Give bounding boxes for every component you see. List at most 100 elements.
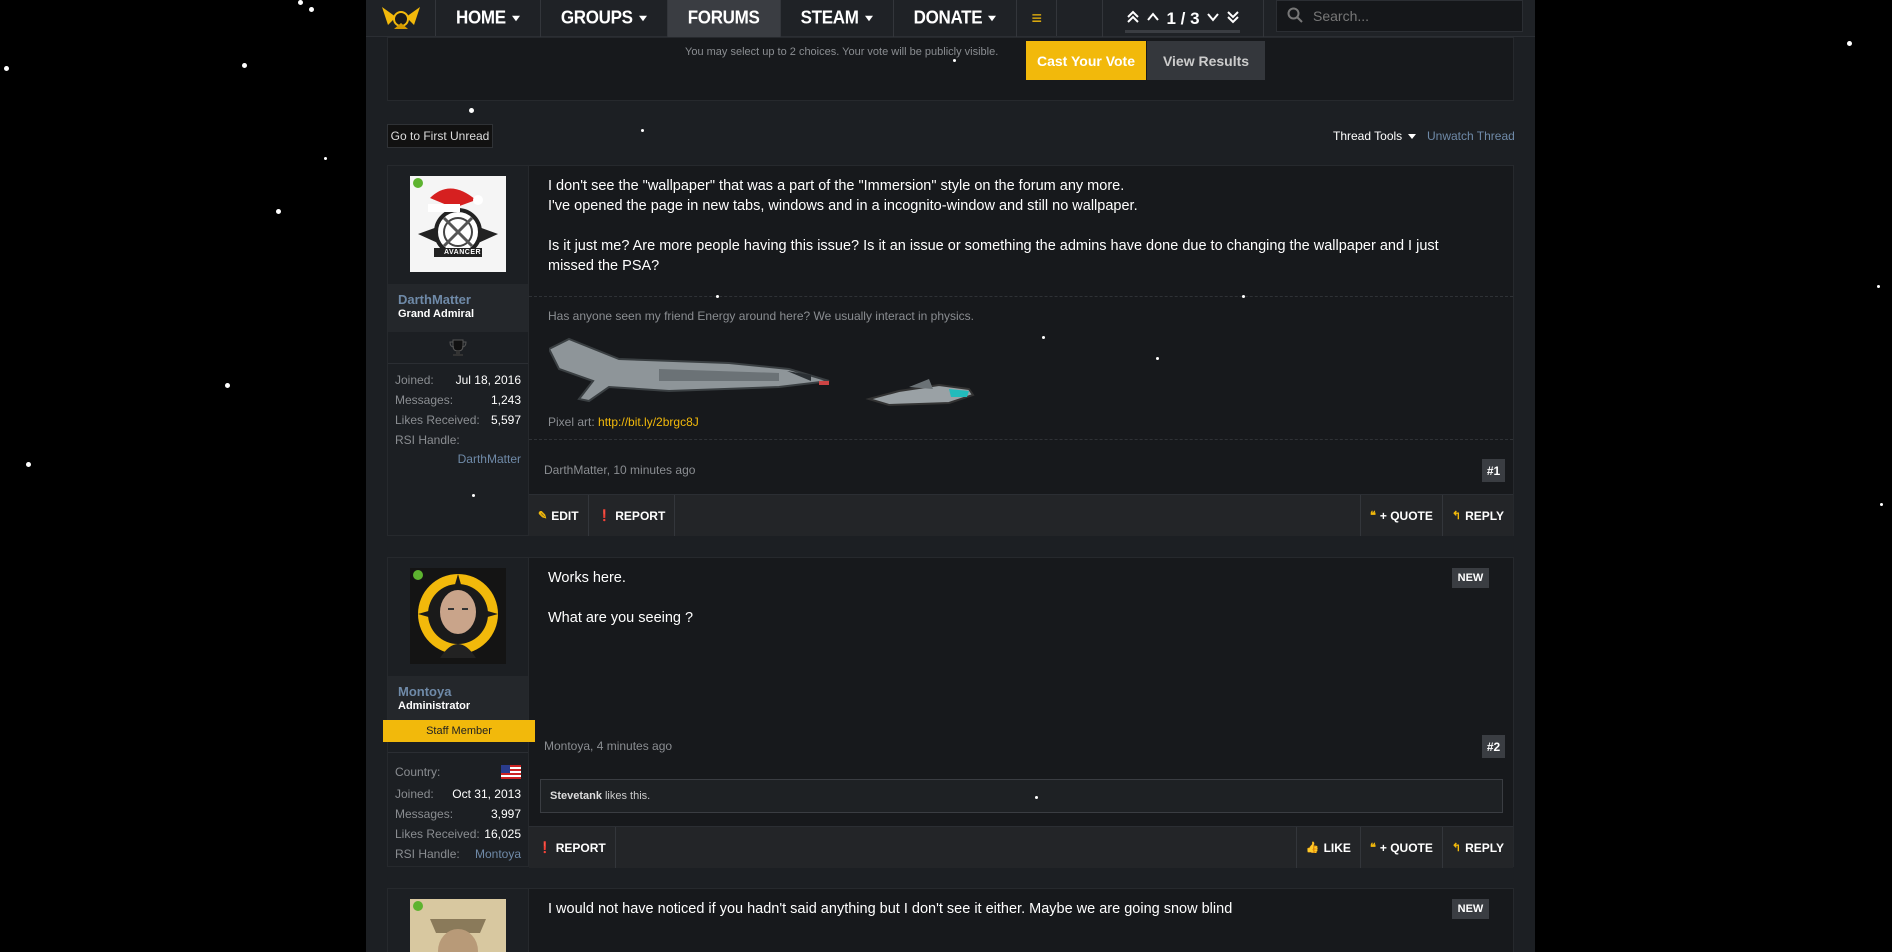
quote-button[interactable]: ❝ + QUOTE (1359, 827, 1442, 868)
snowflake (469, 108, 474, 113)
report-button[interactable]: ❗ REPORT (589, 495, 676, 536)
search-icon (1287, 7, 1303, 26)
liker-link[interactable]: Stevetank (550, 790, 602, 802)
nav-steam[interactable]: STEAM (781, 0, 894, 38)
message-line: What are you seeing ? (548, 610, 694, 626)
extra-rsi: RSI Handle: (395, 433, 460, 447)
extra-joined: Joined: Oct 31, 2013 (395, 787, 521, 801)
snowflake (472, 494, 475, 497)
reply-button[interactable]: ↰ REPLY (1441, 495, 1513, 536)
pencil-icon: ✎ (538, 510, 548, 522)
post-1-user-info: AVANCER DarthMatter Grand Admiral Joined… (388, 166, 529, 535)
user-title: Administrator (398, 700, 471, 712)
post-number[interactable]: #2 (1482, 735, 1505, 758)
message-line: I don't see the "wallpaper" that was a p… (548, 178, 1125, 194)
avatar[interactable] (410, 899, 506, 952)
username[interactable]: DarthMatter (398, 292, 471, 307)
nav-home[interactable]: HOME (436, 0, 541, 38)
quote-icon: ❝ (1369, 510, 1376, 522)
like-button[interactable]: 👍 LIKE (1295, 827, 1360, 868)
nav-groups[interactable]: GROUPS (541, 0, 668, 38)
hamburger-menu-icon[interactable]: ≡ (1017, 0, 1058, 36)
double-up-icon[interactable] (1126, 9, 1140, 29)
user-title: Grand Admiral (398, 308, 474, 320)
post-3-user-info (388, 889, 529, 952)
page-indicator: 1 / 3 (1166, 8, 1200, 28)
chevron-down-icon (511, 15, 520, 21)
report-button[interactable]: ❗ REPORT (529, 827, 616, 868)
search-input[interactable]: Search... (1276, 0, 1523, 32)
chevron-down-icon (988, 15, 997, 21)
chevron-down-icon (864, 15, 873, 21)
avatar[interactable]: AVANCER (410, 176, 506, 272)
warning-icon: ❗ (538, 842, 552, 854)
warning-icon: ❗ (597, 510, 612, 522)
extra-rsi: RSI Handle: Montoya (395, 847, 521, 861)
post-2-message: Works here. What are you seeing ? (548, 568, 1493, 628)
thread-tools-menu[interactable]: Thread Tools (1333, 129, 1417, 143)
divider (388, 752, 528, 753)
snowflake (1042, 336, 1045, 339)
rsi-handle-link[interactable]: Montoya (475, 847, 521, 861)
quote-button[interactable]: ❝ + QUOTE (1359, 495, 1442, 536)
cast-vote-button[interactable]: Cast Your Vote (1026, 41, 1146, 80)
up-icon[interactable] (1146, 9, 1160, 29)
post-3-message: I would not have noticed if you hadn't s… (548, 901, 1233, 917)
snowflake (242, 63, 247, 68)
snowflake (1242, 295, 1245, 298)
post-number[interactable]: #1 (1482, 459, 1505, 482)
divider (388, 363, 528, 364)
message-line: Is it just me? Are more people having th… (548, 238, 1439, 254)
snowflake (276, 209, 281, 214)
search-placeholder: Search... (1313, 8, 1370, 24)
edit-button[interactable]: ✎ EDIT (529, 495, 589, 536)
us-flag-icon (501, 765, 521, 782)
first-unread-button[interactable]: Go to First Unread (387, 124, 493, 148)
username[interactable]: Montoya (398, 684, 451, 699)
reply-button[interactable]: ↰ REPLY (1441, 827, 1513, 868)
signature: Has anyone seen my friend Energy around … (529, 296, 1513, 440)
rsi-handle-link[interactable]: DarthMatter (458, 452, 521, 466)
post-2: Montoya Administrator Staff Member Count… (383, 557, 1514, 868)
chevron-down-icon (1408, 133, 1417, 139)
nav-forums[interactable]: FORUMS (667, 0, 781, 38)
post-1: AVANCER DarthMatter Grand Admiral Joined… (387, 165, 1514, 536)
snowflake (309, 7, 314, 12)
view-results-button[interactable]: View Results (1147, 41, 1265, 80)
spaceship-image (549, 337, 975, 407)
site-logo[interactable] (366, 0, 436, 36)
snowflake (1847, 41, 1852, 46)
nav-donate[interactable]: DONATE (894, 0, 1018, 38)
snowflake (716, 295, 719, 298)
extra-messages: Messages: 1,243 (395, 393, 521, 407)
trophy-icon[interactable] (448, 338, 468, 363)
message-line: missed the PSA? (548, 258, 660, 274)
extra-likes: Likes Received: 16,025 (395, 827, 521, 841)
extra-joined: Joined: Jul 18, 2016 (395, 373, 521, 387)
unwatch-thread-link[interactable]: Unwatch Thread (1427, 129, 1515, 143)
post-meta[interactable]: DarthMatter, 10 minutes ago (544, 463, 695, 477)
post-1-message: I don't see the "wallpaper" that was a p… (548, 176, 1493, 276)
down-icon[interactable] (1206, 9, 1220, 29)
post-2-actions: ❗ REPORT 👍 LIKE ❝ + QUOTE ↰ REPLY (529, 826, 1513, 868)
avatar-text: AVANCER (444, 249, 482, 256)
chevron-down-icon (638, 15, 647, 21)
online-indicator (413, 901, 423, 911)
double-down-icon[interactable] (1226, 9, 1240, 29)
thread-pager: 1 / 3 (1102, 0, 1264, 37)
avatar[interactable] (410, 568, 506, 664)
quote-icon: ❝ (1369, 842, 1376, 854)
online-indicator (413, 570, 423, 580)
poll-note: You may select up to 2 choices. Your vot… (685, 46, 999, 58)
online-indicator (413, 178, 423, 188)
post-meta[interactable]: Montoya, 4 minutes ago (544, 739, 672, 753)
snowflake (641, 129, 644, 132)
post-1-actions: ✎ EDIT ❗ REPORT ❝ + QUOTE ↰ REPLY (529, 494, 1513, 536)
pixel-art-link[interactable]: http://bit.ly/2brgc8J (598, 415, 699, 429)
snowflake (26, 462, 31, 467)
snowflake (1880, 503, 1883, 506)
page-progress-bar (1125, 30, 1240, 33)
reply-icon: ↰ (1451, 510, 1462, 522)
post-3: NEW I would not have noticed if you hadn… (387, 888, 1514, 952)
snowflake (4, 66, 9, 71)
